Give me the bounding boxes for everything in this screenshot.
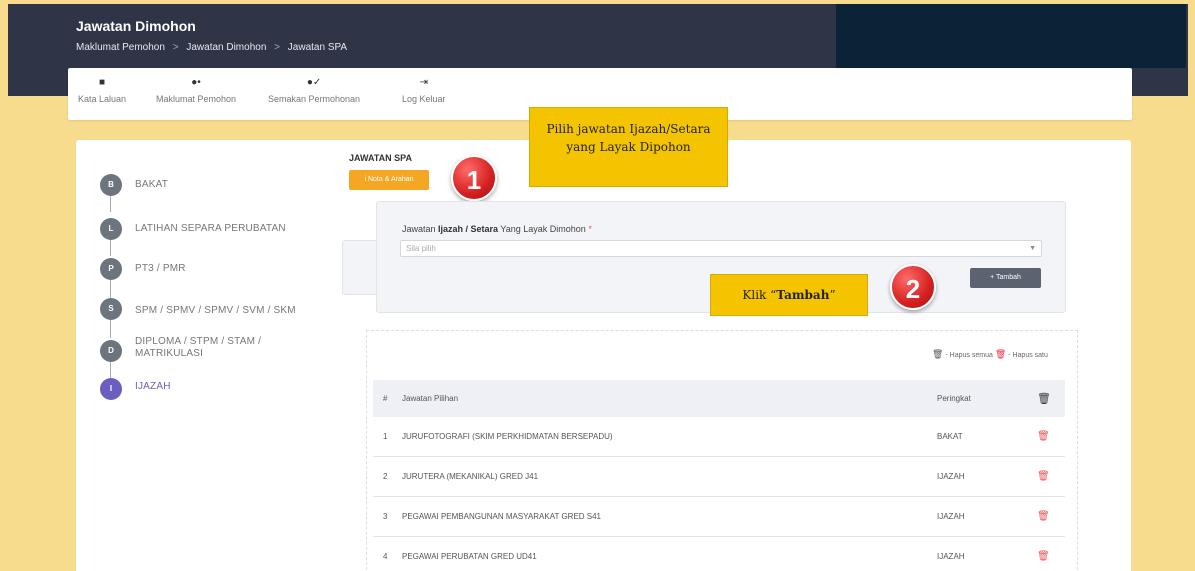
jawatan-select[interactable]: Sila pilih ▼ [400, 240, 1042, 257]
instruction-callout-2: Klik “Tambah” [710, 274, 868, 316]
header-num: # [383, 394, 388, 403]
field-label: Jawatan Ijazah / Setara Yang Layak Dimoh… [402, 224, 592, 234]
delete-row-button[interactable]: 🗑 [1037, 537, 1050, 571]
step-badge: L [100, 218, 122, 240]
row-name: JURUTERA (MEKANIKAL) GRED J41 [402, 472, 539, 481]
delete-row-button[interactable]: 🗑 [1037, 417, 1050, 456]
step-badge: P [100, 258, 122, 280]
logout-icon: ⇥ [419, 77, 428, 88]
delete-row-button[interactable]: 🗑 [1037, 457, 1050, 496]
trash-icon: 🗑 [1037, 511, 1050, 522]
delete-legend: 🗑 - Hapus semua 🗑 - Hapus satu [932, 349, 1048, 360]
step-badge: I [100, 378, 122, 400]
trash-icon: 🗑 [1037, 431, 1050, 442]
callout-text: ” [829, 288, 836, 302]
breadcrumb: Maklumat Pemohon > Jawatan Dimohon > Jaw… [76, 42, 352, 53]
header-name: Jawatan Pilihan [402, 394, 459, 403]
label-prefix: Jawatan [402, 224, 439, 234]
nav-semakan-permohonan[interactable]: ●✓ Semakan Permohonan [268, 77, 361, 105]
row-name: JURUFOTOGRAFI (SKIM PERKHIDMATAN BERSEPA… [402, 432, 613, 441]
label-suffix: Yang Layak Dimohon [498, 224, 586, 234]
table-row: 4 PEGAWAI PERUBATAN GRED UD41 IJAZAH 🗑 [373, 537, 1065, 571]
callout-bold-text: Tambah [776, 288, 830, 302]
row-rank: IJAZAH [937, 552, 965, 561]
row-rank: IJAZAH [937, 472, 965, 481]
step-label: SPM / SPMV / SPMV / SVM / SKM [135, 305, 296, 316]
panel-side-tab [342, 240, 378, 295]
row-num: 1 [383, 432, 388, 441]
nav-label: Maklumat Pemohon [156, 94, 237, 104]
nav-label: Kata Laluan [78, 94, 127, 104]
row-num: 2 [383, 472, 388, 481]
step-marker-1: 1 [451, 155, 497, 201]
row-num: 4 [383, 552, 388, 561]
tambah-button[interactable]: + Tambah [970, 268, 1041, 288]
callout-text: Klik “ [742, 288, 777, 302]
table-row: 2 JURUTERA (MEKANIKAL) GRED J41 IJAZAH 🗑 [373, 457, 1065, 497]
step-badge: D [100, 340, 122, 362]
table-row: 3 PEGAWAI PEMBANGUNAN MASYARAKAT GRED S4… [373, 497, 1065, 537]
row-name: PEGAWAI PERUBATAN GRED UD41 [402, 552, 537, 561]
trash-icon: 🗑 [932, 349, 944, 359]
nav-label: Log Keluar [402, 94, 446, 104]
breadcrumb-separator: > [172, 42, 179, 53]
step-label: IJAZAH [135, 381, 171, 392]
step-label: LATIHAN SEPARA PERUBATAN [135, 223, 286, 234]
chevron-down-icon: ▼ [1029, 245, 1036, 252]
nota-arahan-button[interactable]: i Nota & Arahan [349, 170, 429, 190]
trash-red-icon: 🗑 [994, 349, 1007, 359]
breadcrumb-item-jawatan-spa: Jawatan SPA [287, 42, 348, 53]
delete-all-button[interactable]: 🗑 [1037, 380, 1051, 417]
page-title: Jawatan Dimohon [76, 18, 196, 34]
callout-text: Pilih jawatan Ijazah/Setara yang Layak D… [546, 122, 711, 154]
row-num: 3 [383, 512, 388, 521]
breadcrumb-item-maklumat-pemohon[interactable]: Maklumat Pemohon [76, 42, 165, 53]
step-connector [110, 280, 111, 298]
row-name: PEGAWAI PEMBANGUNAN MASYARAKAT GRED S41 [402, 512, 602, 521]
nav-kata-laluan[interactable]: ■ Kata Laluan [78, 77, 127, 105]
step-label: DIPLOMA / STPM / STAM / MATRIKULASI [135, 336, 261, 360]
step-badge: B [100, 174, 122, 196]
user-gear-icon: ●• [191, 77, 201, 88]
label-bold: Ijazah / Setara [438, 224, 499, 234]
breadcrumb-separator: > [274, 42, 281, 53]
legend-delete-one: - Hapus satu [1008, 352, 1048, 359]
nav-maklumat-pemohon[interactable]: ●• Maklumat Pemohon [156, 77, 237, 105]
step-connector [110, 361, 111, 379]
user-check-icon: ●✓ [306, 77, 322, 88]
nav-label: Semakan Permohonan [268, 94, 361, 104]
trash-icon: 🗑 [1037, 393, 1051, 405]
nav-log-keluar[interactable]: ⇥ Log Keluar [402, 77, 446, 105]
step-connector [110, 320, 111, 338]
redacted-box [836, 4, 1186, 68]
select-placeholder: Sila pilih [406, 244, 436, 253]
step-badge: S [100, 298, 122, 320]
step-label: BAKAT [135, 179, 169, 190]
lock-icon: ■ [99, 77, 106, 88]
legend-delete-all: - Hapus semua [945, 352, 993, 359]
jawatan-table: # Jawatan Pilihan Peringkat 🗑 1 JURUFOTO… [373, 380, 1065, 571]
instruction-callout-1: Pilih jawatan Ijazah/Setara yang Layak D… [529, 107, 728, 187]
trash-icon: 🗑 [1037, 551, 1050, 562]
section-title: JAWATAN SPA [349, 153, 413, 163]
row-rank: BAKAT [937, 432, 963, 441]
required-mark: * [588, 224, 592, 234]
trash-icon: 🗑 [1037, 471, 1050, 482]
table-header: # Jawatan Pilihan Peringkat 🗑 [373, 380, 1065, 417]
breadcrumb-item-jawatan-dimohon[interactable]: Jawatan Dimohon [186, 42, 266, 53]
step-label-line: MATRIKULASI [135, 348, 204, 359]
delete-row-button[interactable]: 🗑 [1037, 497, 1050, 536]
step-marker-2: 2 [890, 264, 936, 310]
row-rank: IJAZAH [937, 512, 965, 521]
header-rank: Peringkat [937, 394, 971, 403]
step-label-line: DIPLOMA / STPM / STAM / [135, 336, 262, 347]
table-row: 1 JURUFOTOGRAFI (SKIM PERKHIDMATAN BERSE… [373, 417, 1065, 457]
step-label: PT3 / PMR [135, 263, 186, 274]
